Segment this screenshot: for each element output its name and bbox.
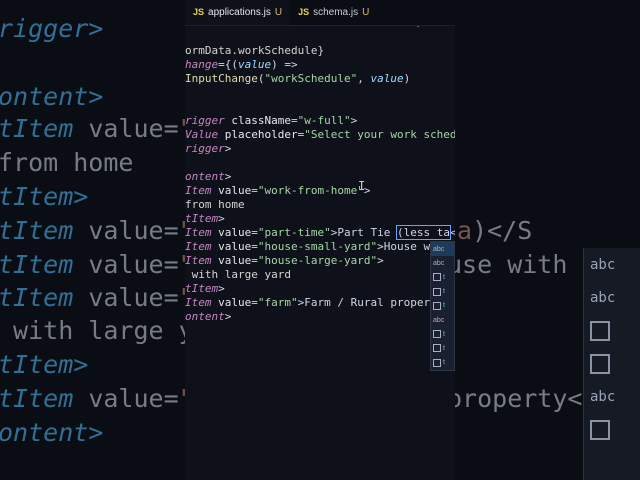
code-line-4: hange={(value) => [185, 58, 298, 71]
bg-line: use with [455, 250, 568, 279]
property-icon [433, 301, 441, 310]
editor-tab-bar: JS applications.js U JS schema.js U [185, 0, 455, 26]
code-line-21: Item value="farm">Farm / Rural property< [185, 296, 450, 309]
property-icon [433, 330, 441, 339]
suggestion-item[interactable]: t [431, 285, 454, 299]
bg-suggest-item: abc [590, 388, 616, 405]
bg-line: ontent> [0, 82, 104, 111]
suggestion-item[interactable]: abc [431, 256, 454, 270]
bg-line: tItem value="h [0, 283, 185, 312]
bg-line: from home [0, 148, 134, 177]
code-line-19: with large yard [185, 268, 291, 281]
suggestion-item[interactable]: t [431, 299, 454, 313]
bg-line: a)</S [457, 216, 533, 245]
bg-suggest-item [584, 314, 640, 347]
code-line-15: tItem> [185, 212, 225, 225]
code-line-18: Item value="house-large-yard"> [185, 254, 384, 267]
code-line-3: ormData.workSchedule} [185, 44, 325, 57]
code-line-13: Item value="work-from-home"> [185, 184, 371, 197]
code-line-5: InputChange("workSchedule", value) [185, 72, 411, 85]
property-icon [433, 287, 441, 296]
tab-schema-js[interactable]: JS schema.js U [290, 0, 377, 25]
javascript-file-icon: JS [298, 7, 310, 17]
bg-line: tItem value="f [0, 384, 185, 413]
tab-status: U [362, 6, 370, 18]
bg-line: with large y [0, 316, 185, 345]
suggestion-item[interactable]: t [431, 356, 454, 370]
bg-suggest-list: abc abc abc [583, 248, 640, 480]
code-line-16: Item value="part-time">Part Tie (less ta… [185, 225, 455, 240]
code-line-22: ontent> [185, 310, 232, 323]
code-line-12: ontent> [185, 170, 232, 183]
property-icon [433, 358, 441, 367]
bg-line: ontent> [0, 418, 104, 447]
code-line-9: Value placeholder="Select your work sche… [185, 128, 455, 141]
bg-line: rigger> [0, 14, 104, 43]
tab-label: applications.js [208, 6, 271, 18]
code-line-8: rigger className="w-full"> [185, 114, 358, 127]
code-line-17: Item value="house-small-yard">House with [185, 240, 450, 253]
javascript-file-icon: JS [193, 7, 205, 17]
code-line-14: from home [185, 198, 245, 211]
suggestion-item[interactable]: t [431, 341, 454, 355]
bg-suggest-item [584, 347, 640, 380]
background-right-zoom: a)</S use with property< abc abc abc [455, 0, 640, 480]
bg-line: tItem value="h [0, 250, 185, 279]
tab-label: schema.js [313, 6, 359, 18]
property-icon [433, 344, 441, 353]
bg-line: property< [455, 384, 583, 413]
code-line-20: tItem> [185, 282, 225, 295]
tab-status: U [274, 6, 283, 18]
bg-line: tItem> [0, 350, 89, 379]
suggestion-item[interactable]: abc [431, 313, 454, 327]
suggestion-item[interactable]: abc [431, 242, 454, 257]
code-line-10: rigger> [185, 142, 232, 155]
property-icon [433, 273, 441, 282]
suggestion-popup[interactable]: abc abc t t t abc t t t [430, 241, 455, 371]
suggestion-item[interactable]: t [431, 327, 454, 341]
suggestion-item[interactable]: t [431, 270, 454, 284]
code-editor[interactable]: ForM= workSchedule >Work Schedule </Labe… [185, 0, 455, 480]
bg-suggest-item: abc [590, 289, 616, 306]
bg-line: tItem value=" [0, 114, 185, 143]
bg-line: tItem> [0, 182, 89, 211]
bg-line: tItem value=" [0, 216, 185, 245]
bg-suggest-item [584, 413, 640, 446]
text-cursor-icon: I [358, 179, 366, 193]
bg-suggest-item: abc [590, 256, 616, 273]
tab-applications-js[interactable]: JS applications.js U [185, 0, 291, 25]
background-left-zoom: rigger> ontent> tItem value=" from home … [0, 0, 185, 480]
